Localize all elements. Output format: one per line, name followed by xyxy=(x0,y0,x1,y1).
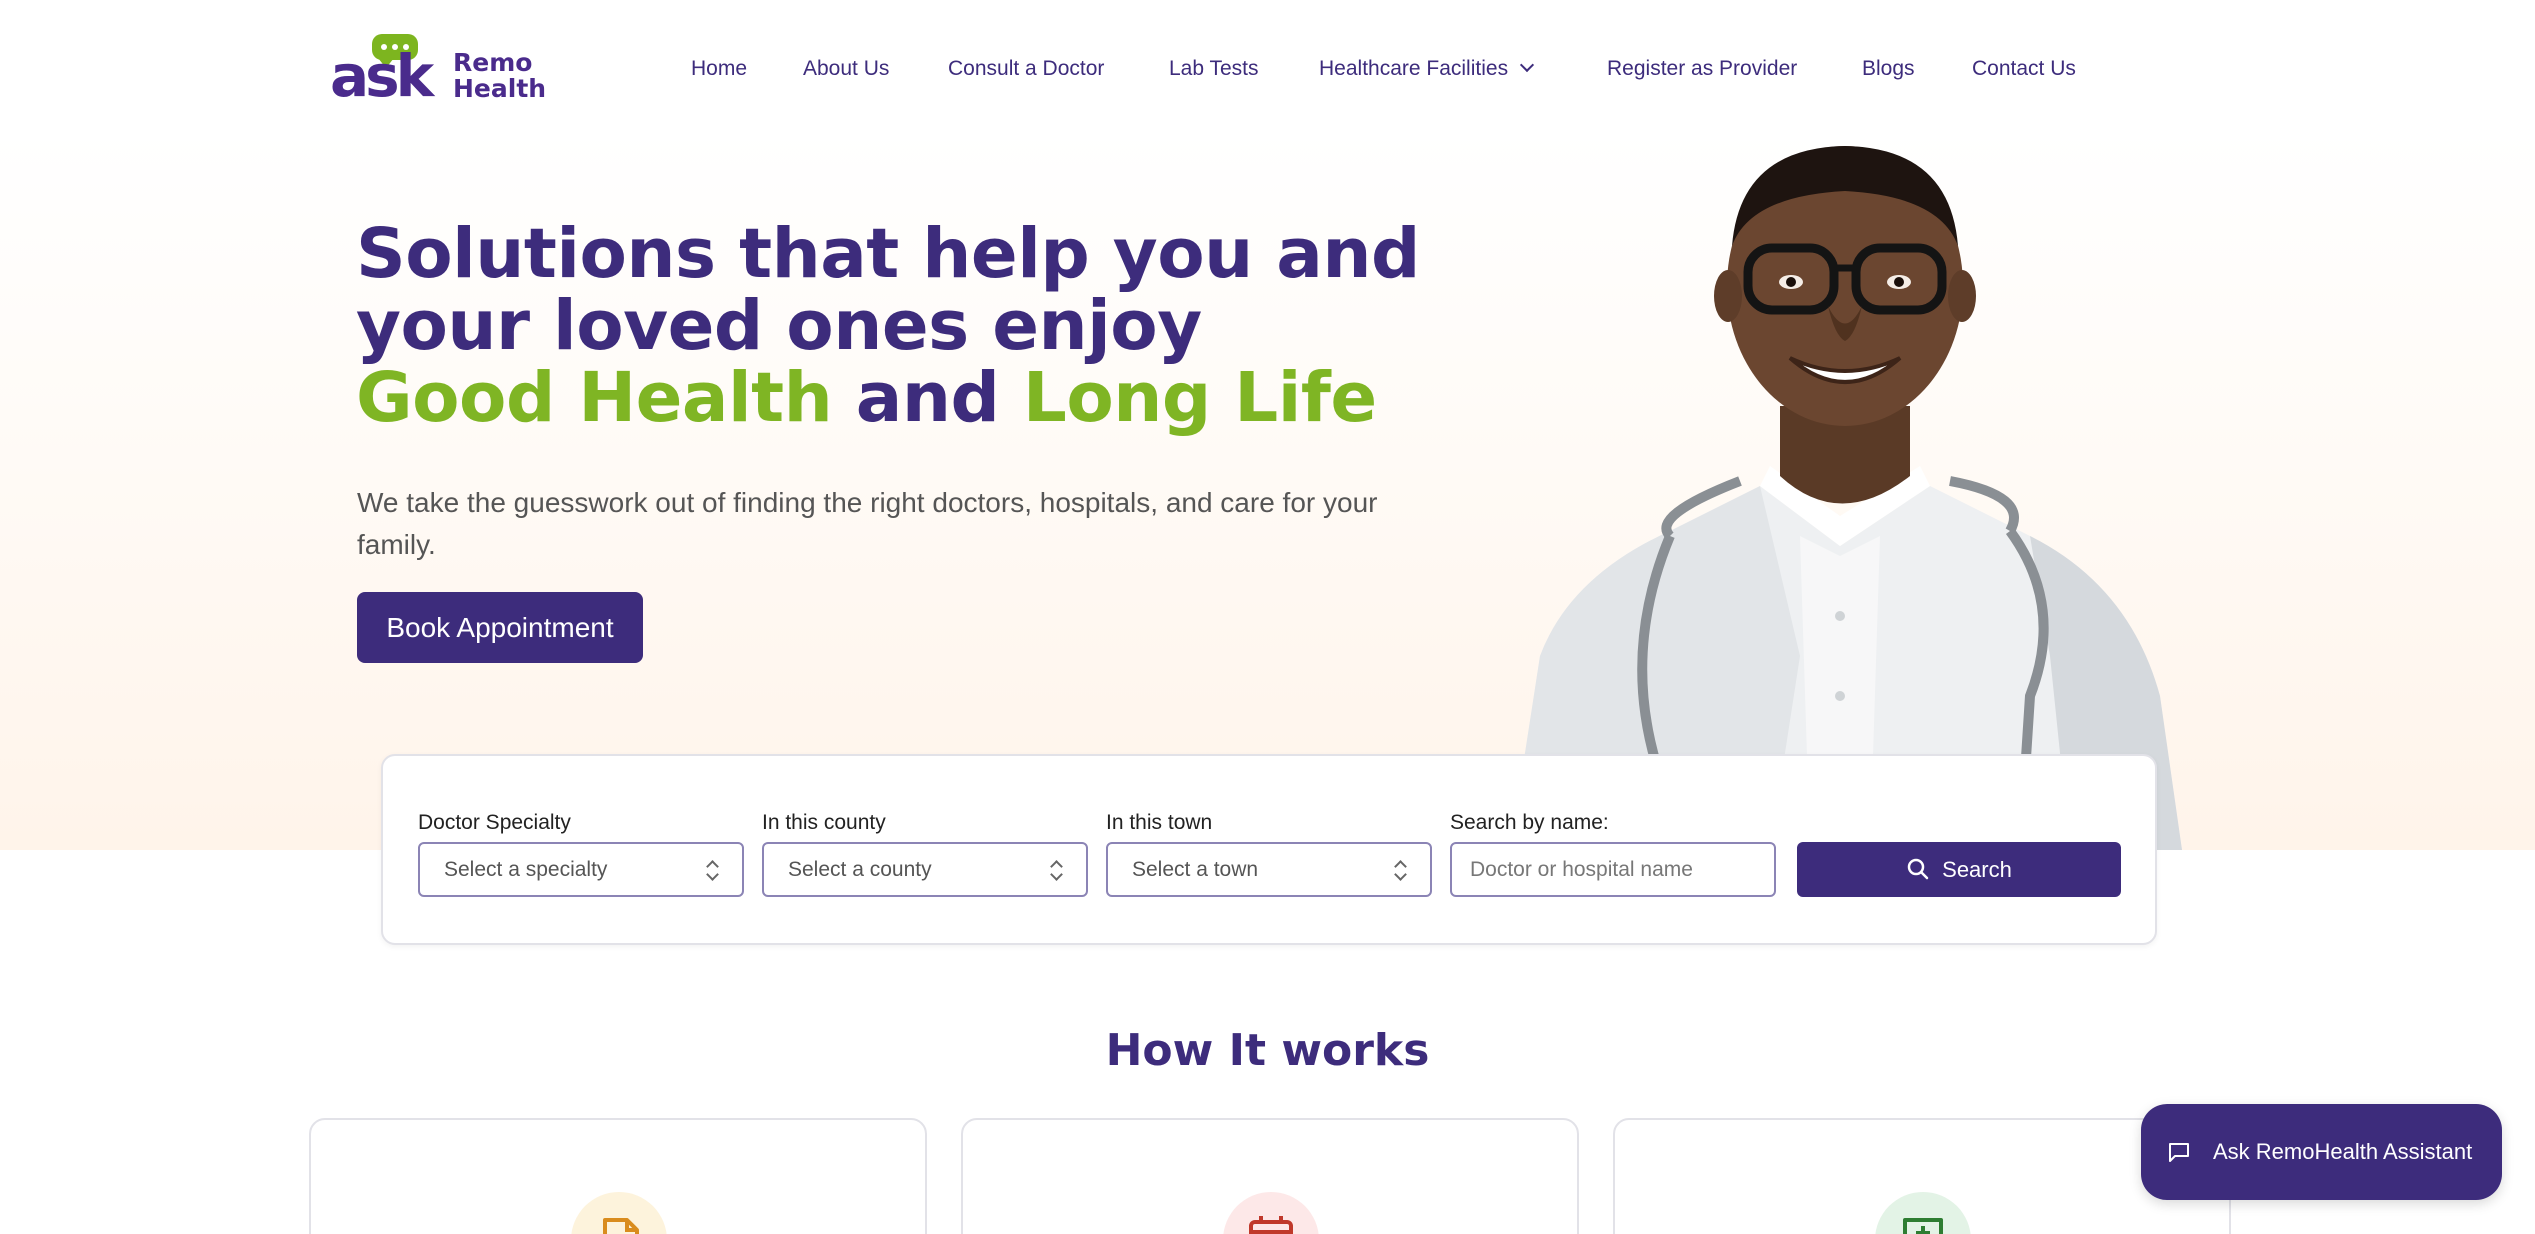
town-label: In this town xyxy=(1106,811,1213,834)
nav-contact-us[interactable]: Contact Us xyxy=(1972,52,2076,86)
logo[interactable]: ask Remo Health xyxy=(330,32,546,106)
hero-title-good-health: Good Health xyxy=(356,358,833,438)
nav-lab-tests[interactable]: Lab Tests xyxy=(1169,52,1259,86)
nav-healthcare-facilities-label: Healthcare Facilities xyxy=(1319,57,1509,80)
hero-title-line2: your loved ones enjoy xyxy=(356,286,1202,366)
town-select-value: Select a town xyxy=(1132,858,1259,881)
county-label: In this county xyxy=(762,811,886,834)
logo-ask-text: ask xyxy=(330,42,434,110)
nav-about-us[interactable]: About Us xyxy=(803,52,889,86)
how-it-works-title: How It works xyxy=(1105,1025,1430,1076)
logo-remo-text: Remo xyxy=(453,48,533,77)
specialty-select[interactable]: Select a specialty xyxy=(418,842,744,897)
name-search-input[interactable]: Doctor or hospital name xyxy=(1450,842,1776,897)
how-card-3 xyxy=(1613,1118,2231,1234)
ask-assistant-button[interactable]: Ask RemoHealth Assistant xyxy=(2141,1104,2502,1200)
county-select[interactable]: Select a county xyxy=(762,842,1088,897)
calendar-icon xyxy=(1223,1192,1319,1234)
site-header: ask Remo Health Home About Us Consult a … xyxy=(0,0,2535,140)
specialty-select-value: Select a specialty xyxy=(444,858,608,881)
medical-chat-icon xyxy=(1875,1192,1971,1234)
doctor-search-card: Doctor Specialty Select a specialty In t… xyxy=(381,754,2157,945)
nav-home[interactable]: Home xyxy=(691,52,747,86)
doctor-image xyxy=(1510,136,2182,850)
select-arrows-icon xyxy=(706,860,718,880)
specialty-label: Doctor Specialty xyxy=(418,811,571,834)
search-button[interactable]: Search xyxy=(1797,842,2121,897)
nav-blogs[interactable]: Blogs xyxy=(1862,52,1915,86)
nav-healthcare-facilities[interactable]: Healthcare Facilities xyxy=(1319,52,1535,86)
hero-title-line1: Solutions that help you and xyxy=(356,214,1420,294)
search-icon xyxy=(1907,858,1929,880)
search-button-label: Search xyxy=(1942,857,2012,882)
hero-title-and: and xyxy=(855,358,1000,438)
nav-consult-doctor[interactable]: Consult a Doctor xyxy=(948,52,1104,86)
select-arrows-icon xyxy=(1050,860,1062,880)
name-search-label: Search by name: xyxy=(1450,811,1609,834)
chat-icon xyxy=(2169,1143,2189,1162)
hero-subtitle: We take the guesswork out of finding the… xyxy=(357,487,1378,560)
book-appointment-button[interactable]: Book Appointment xyxy=(357,592,643,663)
hero-title-line3: Good Health and Long Life xyxy=(356,362,1456,434)
hero-title-long-life: Long Life xyxy=(1022,358,1377,438)
town-select[interactable]: Select a town xyxy=(1106,842,1432,897)
chevron-down-icon xyxy=(1520,57,1535,73)
hero-title: Solutions that help you and your loved o… xyxy=(356,218,1456,434)
select-arrows-icon xyxy=(1394,860,1406,880)
how-card-1 xyxy=(309,1118,927,1234)
document-icon xyxy=(571,1192,667,1234)
how-card-2 xyxy=(961,1118,1579,1234)
nav-register-provider[interactable]: Register as Provider xyxy=(1607,52,1797,86)
county-select-value: Select a county xyxy=(788,858,932,881)
logo-health-text: Health xyxy=(453,74,547,103)
ask-assistant-label: Ask RemoHealth Assistant xyxy=(2213,1139,2473,1164)
